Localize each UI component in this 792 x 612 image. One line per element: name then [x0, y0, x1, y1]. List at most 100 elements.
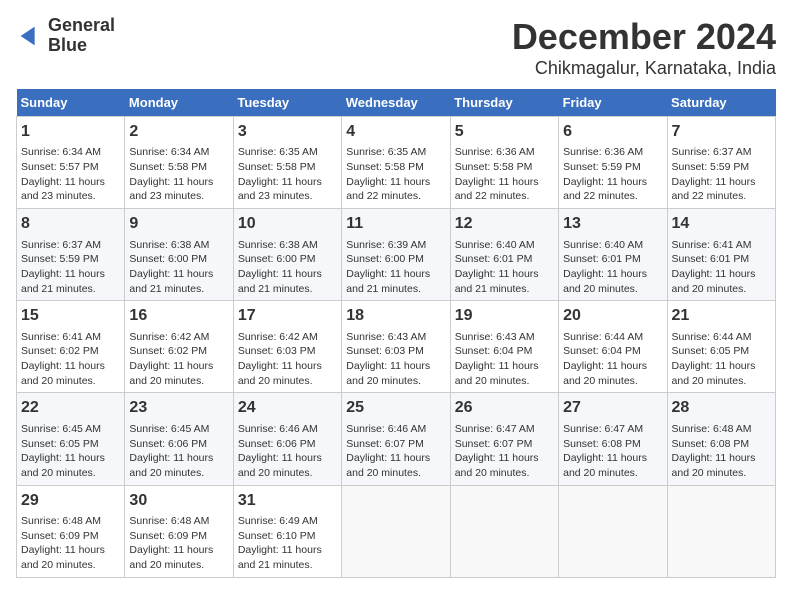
header-saturday: Saturday: [667, 89, 775, 117]
day-number: 30: [129, 490, 228, 512]
calendar-cell: 31 Sunrise: 6:49 AMSunset: 6:10 PMDaylig…: [233, 485, 341, 577]
day-number: 1: [21, 121, 120, 143]
day-number: 14: [672, 213, 771, 235]
logo-line2: Blue: [48, 36, 115, 56]
header-monday: Monday: [125, 89, 233, 117]
day-number: 25: [346, 397, 445, 419]
day-info: Sunrise: 6:40 AMSunset: 6:01 PMDaylight:…: [455, 238, 554, 297]
calendar-cell: 23 Sunrise: 6:45 AMSunset: 6:06 PMDaylig…: [125, 393, 233, 485]
calendar-cell: [559, 485, 667, 577]
day-number: 13: [563, 213, 662, 235]
day-number: 10: [238, 213, 337, 235]
calendar-cell: 24 Sunrise: 6:46 AMSunset: 6:06 PMDaylig…: [233, 393, 341, 485]
day-info: Sunrise: 6:40 AMSunset: 6:01 PMDaylight:…: [563, 238, 662, 297]
calendar-table: Sunday Monday Tuesday Wednesday Thursday…: [16, 89, 776, 578]
calendar-cell: 21 Sunrise: 6:44 AMSunset: 6:05 PMDaylig…: [667, 301, 775, 393]
calendar-cell: 18 Sunrise: 6:43 AMSunset: 6:03 PMDaylig…: [342, 301, 450, 393]
calendar-cell: 28 Sunrise: 6:48 AMSunset: 6:08 PMDaylig…: [667, 393, 775, 485]
day-info: Sunrise: 6:42 AMSunset: 6:03 PMDaylight:…: [238, 330, 337, 389]
day-number: 19: [455, 305, 554, 327]
day-number: 12: [455, 213, 554, 235]
day-info: Sunrise: 6:48 AMSunset: 6:08 PMDaylight:…: [672, 422, 771, 481]
calendar-header-row: Sunday Monday Tuesday Wednesday Thursday…: [17, 89, 776, 117]
day-info: Sunrise: 6:39 AMSunset: 6:00 PMDaylight:…: [346, 238, 445, 297]
day-info: Sunrise: 6:49 AMSunset: 6:10 PMDaylight:…: [238, 514, 337, 573]
logo-icon: [16, 22, 44, 50]
day-number: 26: [455, 397, 554, 419]
day-number: 22: [21, 397, 120, 419]
day-info: Sunrise: 6:45 AMSunset: 6:05 PMDaylight:…: [21, 422, 120, 481]
day-number: 17: [238, 305, 337, 327]
calendar-cell: 2 Sunrise: 6:34 AMSunset: 5:58 PMDayligh…: [125, 117, 233, 209]
day-number: 28: [672, 397, 771, 419]
logo: General Blue: [16, 16, 115, 56]
calendar-cell: 29 Sunrise: 6:48 AMSunset: 6:09 PMDaylig…: [17, 485, 125, 577]
calendar-cell: 6 Sunrise: 6:36 AMSunset: 5:59 PMDayligh…: [559, 117, 667, 209]
calendar-week-row: 8 Sunrise: 6:37 AMSunset: 5:59 PMDayligh…: [17, 209, 776, 301]
day-number: 20: [563, 305, 662, 327]
day-number: 3: [238, 121, 337, 143]
day-info: Sunrise: 6:41 AMSunset: 6:02 PMDaylight:…: [21, 330, 120, 389]
day-number: 2: [129, 121, 228, 143]
calendar-cell: 22 Sunrise: 6:45 AMSunset: 6:05 PMDaylig…: [17, 393, 125, 485]
day-number: 7: [672, 121, 771, 143]
day-number: 9: [129, 213, 228, 235]
calendar-cell: 10 Sunrise: 6:38 AMSunset: 6:00 PMDaylig…: [233, 209, 341, 301]
calendar-cell: 1 Sunrise: 6:34 AMSunset: 5:57 PMDayligh…: [17, 117, 125, 209]
day-number: 11: [346, 213, 445, 235]
day-info: Sunrise: 6:44 AMSunset: 6:04 PMDaylight:…: [563, 330, 662, 389]
calendar-cell: 8 Sunrise: 6:37 AMSunset: 5:59 PMDayligh…: [17, 209, 125, 301]
title-section: December 2024 Chikmagalur, Karnataka, In…: [512, 16, 776, 79]
calendar-cell: 9 Sunrise: 6:38 AMSunset: 6:00 PMDayligh…: [125, 209, 233, 301]
day-info: Sunrise: 6:43 AMSunset: 6:04 PMDaylight:…: [455, 330, 554, 389]
day-info: Sunrise: 6:36 AMSunset: 5:58 PMDaylight:…: [455, 145, 554, 204]
day-info: Sunrise: 6:35 AMSunset: 5:58 PMDaylight:…: [346, 145, 445, 204]
calendar-cell: 5 Sunrise: 6:36 AMSunset: 5:58 PMDayligh…: [450, 117, 558, 209]
calendar-cell: 20 Sunrise: 6:44 AMSunset: 6:04 PMDaylig…: [559, 301, 667, 393]
day-info: Sunrise: 6:43 AMSunset: 6:03 PMDaylight:…: [346, 330, 445, 389]
header-wednesday: Wednesday: [342, 89, 450, 117]
calendar-cell: 17 Sunrise: 6:42 AMSunset: 6:03 PMDaylig…: [233, 301, 341, 393]
calendar-cell: 12 Sunrise: 6:40 AMSunset: 6:01 PMDaylig…: [450, 209, 558, 301]
day-number: 31: [238, 490, 337, 512]
day-number: 4: [346, 121, 445, 143]
logo-text: General Blue: [48, 16, 115, 56]
day-info: Sunrise: 6:48 AMSunset: 6:09 PMDaylight:…: [129, 514, 228, 573]
calendar-cell: 26 Sunrise: 6:47 AMSunset: 6:07 PMDaylig…: [450, 393, 558, 485]
day-info: Sunrise: 6:47 AMSunset: 6:07 PMDaylight:…: [455, 422, 554, 481]
calendar-week-row: 22 Sunrise: 6:45 AMSunset: 6:05 PMDaylig…: [17, 393, 776, 485]
day-number: 27: [563, 397, 662, 419]
day-info: Sunrise: 6:45 AMSunset: 6:06 PMDaylight:…: [129, 422, 228, 481]
day-info: Sunrise: 6:47 AMSunset: 6:08 PMDaylight:…: [563, 422, 662, 481]
header-sunday: Sunday: [17, 89, 125, 117]
day-number: 15: [21, 305, 120, 327]
day-info: Sunrise: 6:37 AMSunset: 5:59 PMDaylight:…: [672, 145, 771, 204]
day-info: Sunrise: 6:42 AMSunset: 6:02 PMDaylight:…: [129, 330, 228, 389]
day-info: Sunrise: 6:46 AMSunset: 6:06 PMDaylight:…: [238, 422, 337, 481]
day-number: 5: [455, 121, 554, 143]
day-number: 8: [21, 213, 120, 235]
calendar-cell: [342, 485, 450, 577]
day-info: Sunrise: 6:36 AMSunset: 5:59 PMDaylight:…: [563, 145, 662, 204]
day-number: 18: [346, 305, 445, 327]
calendar-cell: 19 Sunrise: 6:43 AMSunset: 6:04 PMDaylig…: [450, 301, 558, 393]
calendar-cell: 14 Sunrise: 6:41 AMSunset: 6:01 PMDaylig…: [667, 209, 775, 301]
day-number: 29: [21, 490, 120, 512]
day-info: Sunrise: 6:38 AMSunset: 6:00 PMDaylight:…: [129, 238, 228, 297]
calendar-cell: 13 Sunrise: 6:40 AMSunset: 6:01 PMDaylig…: [559, 209, 667, 301]
calendar-week-row: 15 Sunrise: 6:41 AMSunset: 6:02 PMDaylig…: [17, 301, 776, 393]
header-thursday: Thursday: [450, 89, 558, 117]
calendar-cell: 30 Sunrise: 6:48 AMSunset: 6:09 PMDaylig…: [125, 485, 233, 577]
calendar-cell: 16 Sunrise: 6:42 AMSunset: 6:02 PMDaylig…: [125, 301, 233, 393]
calendar-week-row: 1 Sunrise: 6:34 AMSunset: 5:57 PMDayligh…: [17, 117, 776, 209]
day-number: 21: [672, 305, 771, 327]
calendar-cell: 15 Sunrise: 6:41 AMSunset: 6:02 PMDaylig…: [17, 301, 125, 393]
calendar-week-row: 29 Sunrise: 6:48 AMSunset: 6:09 PMDaylig…: [17, 485, 776, 577]
calendar-cell: 4 Sunrise: 6:35 AMSunset: 5:58 PMDayligh…: [342, 117, 450, 209]
day-info: Sunrise: 6:48 AMSunset: 6:09 PMDaylight:…: [21, 514, 120, 573]
page-header: General Blue December 2024 Chikmagalur, …: [16, 16, 776, 79]
day-number: 6: [563, 121, 662, 143]
day-info: Sunrise: 6:38 AMSunset: 6:00 PMDaylight:…: [238, 238, 337, 297]
day-number: 24: [238, 397, 337, 419]
logo-line1: General: [48, 16, 115, 36]
